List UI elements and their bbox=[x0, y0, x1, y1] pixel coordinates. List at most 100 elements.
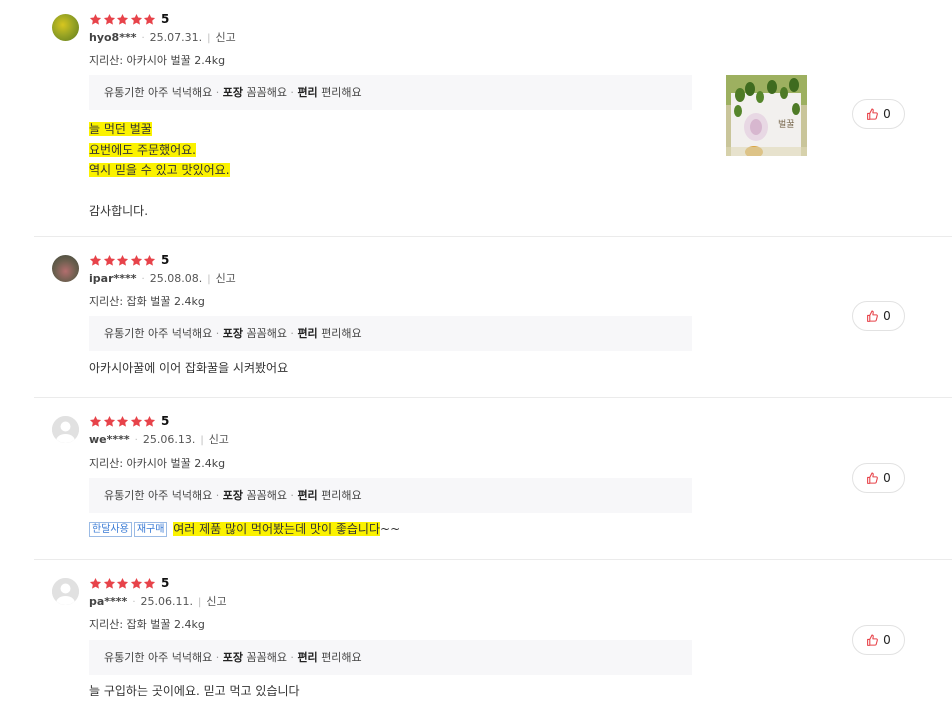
meta-separator: | bbox=[200, 435, 204, 446]
attr-value: 꼼꼼해요 bbox=[246, 489, 287, 502]
attr-key: 편리 bbox=[297, 651, 318, 664]
avatar bbox=[52, 14, 79, 41]
attr-dot: · bbox=[212, 86, 223, 99]
star-icon bbox=[103, 415, 115, 427]
star-rating bbox=[89, 576, 157, 590]
review-divider bbox=[34, 236, 952, 237]
attr-value: 아주 넉넉해요 bbox=[147, 651, 213, 664]
star-icon bbox=[116, 577, 129, 589]
attribute-summary: 유통기한 아주 넉넉해요 · 포장 꼼꼼해요 · 편리 편리해요 bbox=[89, 640, 692, 675]
attr-dot: · bbox=[212, 327, 223, 340]
star-icon bbox=[103, 13, 115, 25]
like-button[interactable]: 0 bbox=[852, 301, 905, 331]
review-tag: 재구매 bbox=[133, 522, 168, 537]
avatar bbox=[52, 416, 79, 443]
attr-value: 편리해요 bbox=[321, 489, 362, 502]
like-button[interactable]: 0 bbox=[852, 625, 905, 655]
thumbs-up-icon bbox=[867, 634, 879, 646]
like-count: 0 bbox=[883, 309, 891, 323]
star-icon bbox=[143, 577, 156, 589]
attr-value: 편리해요 bbox=[321, 327, 362, 340]
like-button[interactable]: 0 bbox=[852, 463, 905, 493]
attr-value: 꼼꼼해요 bbox=[246, 651, 287, 664]
report-link[interactable]: 신고 bbox=[216, 272, 236, 285]
reviewer-id: we**** bbox=[89, 433, 130, 446]
default-user-icon bbox=[52, 578, 79, 605]
attr-key: 포장 bbox=[222, 489, 243, 502]
attr-key: 편리 bbox=[297, 489, 318, 502]
star-icon bbox=[143, 415, 156, 427]
star-icon bbox=[130, 577, 142, 589]
star-icon bbox=[130, 415, 142, 427]
review-meta: hyo8*** · 25.07.31. | 신고 bbox=[89, 31, 236, 46]
reviewer-id: pa**** bbox=[89, 595, 128, 608]
review-meta: we**** · 25.06.13. | 신고 bbox=[89, 433, 229, 448]
review-meta: ipar**** · 25.08.08. | 신고 bbox=[89, 272, 236, 287]
reviewer-id: hyo8*** bbox=[89, 31, 137, 44]
review-line: 여러 제품 많이 먹어봤는데 맛이 좋습니다 bbox=[173, 522, 381, 536]
like-count: 0 bbox=[883, 633, 891, 647]
meta-separator: | bbox=[207, 33, 211, 44]
review-line-tail: ~~ bbox=[380, 522, 401, 536]
star-rating bbox=[89, 414, 157, 428]
thumbs-up-icon bbox=[867, 472, 879, 484]
star-icon bbox=[89, 415, 102, 427]
attr-value: 아주 넉넉해요 bbox=[147, 86, 213, 99]
attr-key: 편리 bbox=[297, 86, 318, 99]
star-icon bbox=[143, 13, 156, 25]
star-icon bbox=[130, 254, 142, 266]
report-link[interactable]: 신고 bbox=[206, 595, 226, 608]
attr-key: 포장 bbox=[222, 651, 243, 664]
attr-value: 아주 넉넉해요 bbox=[147, 327, 213, 340]
attr-value: 꼼꼼해요 bbox=[246, 86, 287, 99]
attr-key: 유통기한 bbox=[104, 86, 145, 99]
purchase-option: 지리산: 잡화 벌꿀 2.4kg bbox=[89, 618, 205, 631]
attr-key: 유통기한 bbox=[104, 327, 145, 340]
report-link[interactable]: 신고 bbox=[209, 433, 229, 446]
star-rating bbox=[89, 253, 157, 267]
review-date: 25.06.11. bbox=[140, 595, 193, 608]
review-text: 아카시아꿀에 이어 잡화꿀을 시켜봤어요 bbox=[89, 361, 289, 375]
attr-key: 포장 bbox=[222, 86, 243, 99]
review-text: 늘 먹던 벌꿀 요번에도 주문했어요. 역시 믿을 수 있고 맛있어요. 감사합… bbox=[89, 119, 230, 222]
star-icon bbox=[89, 13, 102, 25]
attribute-summary: 유통기한 아주 넉넉해요 · 포장 꼼꼼해요 · 편리 편리해요 bbox=[89, 316, 692, 351]
review-date: 25.08.08. bbox=[149, 272, 203, 285]
meta-separator: · bbox=[141, 274, 145, 285]
meta-separator: · bbox=[141, 33, 145, 44]
star-icon bbox=[116, 13, 129, 25]
attr-value: 편리해요 bbox=[321, 651, 362, 664]
star-icon bbox=[143, 254, 156, 266]
photo-label: 벌꿀 bbox=[778, 119, 795, 130]
review-line: 감사합니다. bbox=[89, 204, 149, 218]
meta-separator: | bbox=[197, 597, 202, 608]
review-date: 25.07.31. bbox=[149, 31, 203, 44]
avatar bbox=[52, 255, 79, 282]
like-button[interactable]: 0 bbox=[852, 99, 905, 129]
star-icon bbox=[89, 577, 102, 589]
star-icon bbox=[116, 254, 129, 266]
rating-score: 5 bbox=[161, 253, 170, 267]
thumbs-up-icon bbox=[867, 108, 879, 120]
attr-dot: · bbox=[286, 86, 298, 99]
star-icon bbox=[103, 254, 115, 266]
review-meta: pa**** · 25.06.11. | 신고 bbox=[89, 595, 227, 610]
like-count: 0 bbox=[883, 107, 891, 121]
meta-separator: | bbox=[207, 274, 211, 285]
attribute-summary: 유통기한 아주 넉넉해요 · 포장 꼼꼼해요 · 편리 편리해요 bbox=[89, 478, 692, 513]
review-line: 역시 믿을 수 있고 맛있어요. bbox=[89, 163, 230, 177]
attr-key: 편리 bbox=[297, 327, 318, 340]
review-divider bbox=[34, 397, 952, 398]
rating-score: 5 bbox=[161, 12, 170, 26]
attr-key: 유통기한 bbox=[104, 489, 145, 502]
review-text: 늘 구입하는 곳이에요. 믿고 먹고 있습니다 bbox=[89, 684, 300, 698]
review-photo[interactable]: 벌꿀 bbox=[726, 75, 807, 156]
reviewer-id: ipar**** bbox=[89, 272, 137, 285]
attr-dot: · bbox=[212, 651, 223, 664]
attr-key: 유통기한 bbox=[104, 651, 145, 664]
review-tag: 한달사용 bbox=[89, 522, 132, 537]
attr-dot: · bbox=[286, 327, 298, 340]
report-link[interactable]: 신고 bbox=[216, 31, 236, 44]
star-icon bbox=[116, 415, 129, 427]
review-text: 한달사용 재구매 여러 제품 많이 먹어봤는데 맛이 좋습니다~~ bbox=[89, 519, 400, 540]
